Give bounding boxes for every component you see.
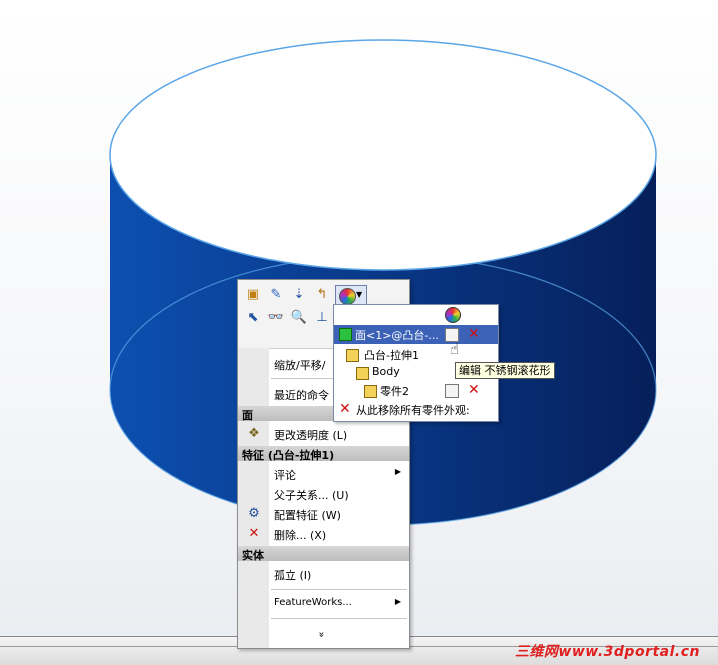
- menu-header-feature: 特征 (凸台-拉伸1): [238, 446, 409, 462]
- normal-to-icon[interactable]: ⊥: [313, 309, 331, 327]
- chevron-double-down-icon: »: [315, 631, 327, 638]
- watermark: 三维网www.3dportal.cn: [514, 644, 700, 660]
- edit-part-appearance-swatch[interactable]: [445, 384, 459, 398]
- menu-item-config-feature[interactable]: ⚙ 配置特征 (W): [238, 504, 409, 524]
- submenu-arrow-icon: ▶: [394, 597, 401, 606]
- remove-all-icon: ✕: [339, 401, 351, 417]
- submenu-arrow-icon: ▶: [394, 467, 401, 476]
- menu-item-transparency[interactable]: ❖ 更改透明度 (L): [238, 424, 409, 444]
- chevron-down-icon: ▼: [356, 290, 363, 299]
- transparency-icon: ❖: [248, 426, 260, 441]
- edit-feature-icon[interactable]: ✎: [267, 286, 285, 304]
- menu-item-featureworks[interactable]: FeatureWorks... ▶: [238, 594, 409, 614]
- select-other-icon[interactable]: ⬉: [244, 309, 262, 327]
- tooltip: 编辑 不锈钢滚花形: [455, 362, 555, 379]
- flyout-remove-all[interactable]: ✕ 从此移除所有零件外观:: [334, 400, 498, 419]
- appearance-icon: [339, 288, 356, 305]
- menu-header-body: 实体: [238, 546, 409, 562]
- menu-expand-button[interactable]: »: [238, 626, 409, 646]
- appearance-icon: [445, 307, 461, 323]
- rollback-icon[interactable]: ⇣: [290, 286, 308, 304]
- flyout-item-part[interactable]: 零件2 ✕: [334, 381, 498, 400]
- cylinder-top-face: [109, 39, 657, 271]
- config-feature-icon: ⚙: [248, 506, 260, 521]
- remove-appearance-icon[interactable]: ✕: [468, 327, 480, 341]
- menu-item-parent-child[interactable]: 父子关系... (U): [238, 484, 409, 504]
- body-icon: [356, 367, 369, 380]
- flyout-item-face[interactable]: 面<1>@凸台-... ✕: [334, 325, 498, 344]
- delete-icon: ✕: [248, 526, 260, 541]
- menu-item-comment[interactable]: 评论 ▶: [238, 464, 409, 484]
- remove-part-appearance-icon[interactable]: ✕: [468, 383, 480, 397]
- edit-sketch-icon[interactable]: ▣: [244, 286, 262, 304]
- feature-icon: [346, 349, 359, 362]
- return-icon[interactable]: ↰: [313, 286, 331, 304]
- menu-item-isolate[interactable]: 孤立 (I): [238, 564, 409, 584]
- menu-item-delete[interactable]: ✕ 删除... (X): [238, 524, 409, 544]
- hand-cursor-icon: ☝: [450, 340, 460, 358]
- hide-show-icon[interactable]: 👓: [267, 309, 285, 327]
- part-icon: [364, 385, 377, 398]
- face-icon: [339, 328, 352, 341]
- zoom-to-selection-icon[interactable]: 🔍: [290, 309, 308, 327]
